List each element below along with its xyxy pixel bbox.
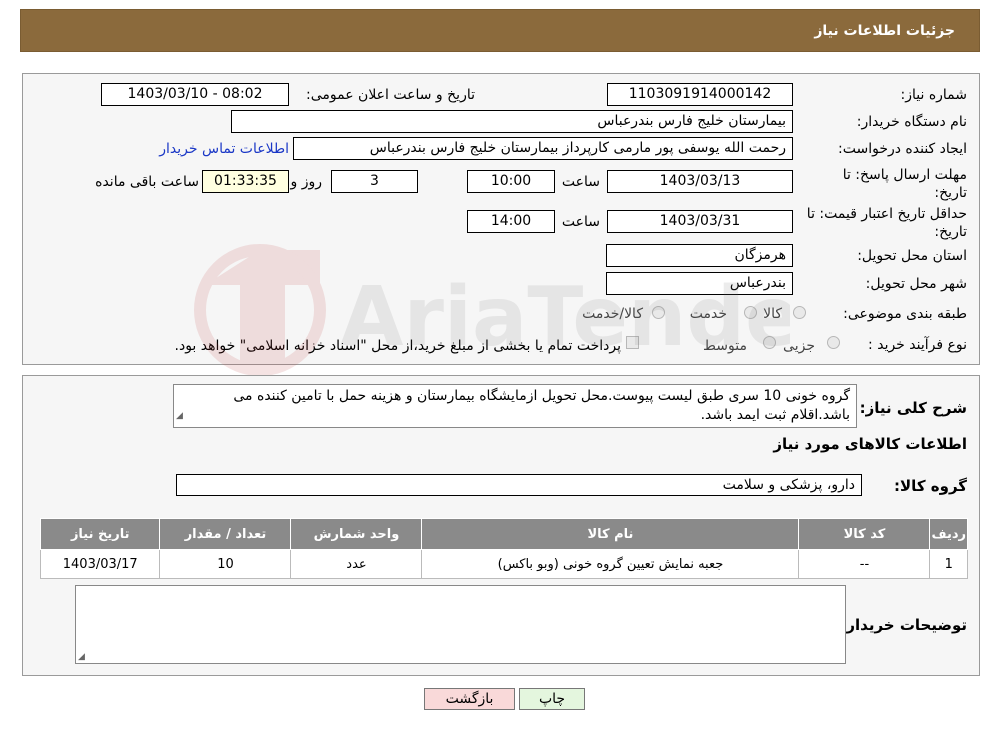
creator-label: ایجاد کننده درخواست: xyxy=(838,141,967,157)
announce-label: تاریخ و ساعت اعلان عمومی: xyxy=(306,87,475,103)
description-textarea[interactable]: گروه خونی 10 سری طبق لیست پیوست.محل تحوی… xyxy=(173,384,857,428)
category-radio-goods-service[interactable] xyxy=(652,306,665,319)
remaining-label: ساعت باقی مانده xyxy=(95,174,199,190)
col-header-item-code: کد کالا xyxy=(798,518,931,550)
category-option-goods: کالا xyxy=(763,306,782,322)
print-button[interactable]: چاپ xyxy=(519,688,585,710)
deadline-date-field[interactable]: 1403/03/13 xyxy=(607,170,793,193)
purchase-type-label: نوع فرآیند خرید : xyxy=(868,337,967,353)
description-text: گروه خونی 10 سری طبق لیست پیوست.محل تحوی… xyxy=(233,388,850,423)
province-label: استان محل تحویل: xyxy=(857,248,967,264)
deadline-label-date: تاریخ: xyxy=(934,185,967,201)
announce-field[interactable]: 1403/03/10 - 08:02 xyxy=(101,83,289,106)
validity-date-field[interactable]: 1403/03/31 xyxy=(607,210,793,233)
buyer-notes-label: توضیحات خریدار: xyxy=(840,616,967,634)
category-radio-goods[interactable] xyxy=(793,306,806,319)
remaining-days-field: 3 xyxy=(331,170,418,193)
cell-item-name: جعبه نمایش تعیین گروه خونی (وبو باکس) xyxy=(421,549,800,579)
validity-time-label: ساعت xyxy=(561,214,600,230)
col-header-need-date: تاریخ نیاز xyxy=(39,518,161,550)
cell-quantity: 10 xyxy=(159,549,292,579)
city-field[interactable]: بندرعباس xyxy=(606,272,793,295)
treasury-note: پرداخت تمام یا بخشی از مبلغ خرید،از محل … xyxy=(174,338,621,354)
creator-field[interactable]: رحمت الله یوسفی پور مارمی کارپرداز بیمار… xyxy=(293,137,793,160)
need-number-field[interactable]: 1103091914000142 xyxy=(607,83,793,106)
page-header: جزئیات اطلاعات نیاز xyxy=(20,9,980,52)
back-button[interactable]: بازگشت xyxy=(424,688,515,710)
category-option-service: خدمت xyxy=(689,306,727,322)
goods-group-label: گروه کالا: xyxy=(894,477,967,495)
purchase-radio-medium[interactable] xyxy=(763,336,776,349)
resize-handle-icon[interactable]: ◢ xyxy=(78,652,85,662)
category-radio-service[interactable] xyxy=(744,306,757,319)
purchase-option-minor: جزیی xyxy=(783,338,815,354)
treasury-checkbox[interactable] xyxy=(626,336,639,349)
description-label: شرح کلی نیاز: xyxy=(859,399,967,417)
purchase-radio-minor[interactable] xyxy=(827,336,840,349)
page-title: جزئیات اطلاعات نیاز xyxy=(814,23,955,39)
goods-info-title: اطلاعات کالاهای مورد نیاز xyxy=(773,435,967,453)
cell-item-code: -- xyxy=(798,549,931,579)
buyer-org-field[interactable]: بیمارستان خلیج فارس بندرعباس xyxy=(231,110,793,133)
col-header-unit: واحد شمارش xyxy=(290,518,423,550)
buyer-notes-textarea[interactable]: ◢ xyxy=(75,585,846,664)
deadline-time-field[interactable]: 10:00 xyxy=(467,170,555,193)
goods-group-field[interactable]: دارو، پزشکی و سلامت xyxy=(176,474,862,496)
table-header-row: ردیف کد کالا نام کالا واحد شمارش تعداد /… xyxy=(39,518,968,550)
cell-row-number: 1 xyxy=(929,549,968,579)
cell-unit: عدد xyxy=(290,549,423,579)
col-header-item-name: نام کالا xyxy=(421,518,800,550)
city-label: شهر محل تحویل: xyxy=(865,276,967,292)
buyer-contact-link[interactable]: اطلاعات تماس خریدار xyxy=(159,141,289,157)
goods-table: ردیف کد کالا نام کالا واحد شمارش تعداد /… xyxy=(39,518,968,579)
province-field[interactable]: هرمزگان xyxy=(606,244,793,267)
category-option-goods-service: کالا/خدمت xyxy=(582,306,643,322)
category-label: طبقه بندی موضوعی: xyxy=(843,306,967,322)
col-header-quantity: تعداد / مقدار xyxy=(159,518,292,550)
table-row: 1 -- جعبه نمایش تعیین گروه خونی (وبو باک… xyxy=(39,549,968,579)
col-header-row-number: ردیف xyxy=(929,518,968,550)
days-label: روز و xyxy=(290,174,323,190)
buyer-org-label: نام دستگاه خریدار: xyxy=(856,114,967,130)
validity-time-field[interactable]: 14:00 xyxy=(467,210,555,233)
remaining-time-field: 01:33:35 xyxy=(202,170,289,193)
resize-handle-icon[interactable]: ◢ xyxy=(176,407,183,426)
purchase-option-medium: متوسط xyxy=(703,338,747,354)
validity-label-date: تاریخ: xyxy=(934,224,967,240)
deadline-time-label: ساعت xyxy=(561,174,600,190)
deadline-label: مهلت ارسال پاسخ: تا xyxy=(842,167,967,183)
validity-label: حداقل تاریخ اعتبار قیمت: تا xyxy=(806,206,967,222)
need-number-label: شماره نیاز: xyxy=(900,87,968,103)
cell-need-date: 1403/03/17 xyxy=(39,549,161,579)
